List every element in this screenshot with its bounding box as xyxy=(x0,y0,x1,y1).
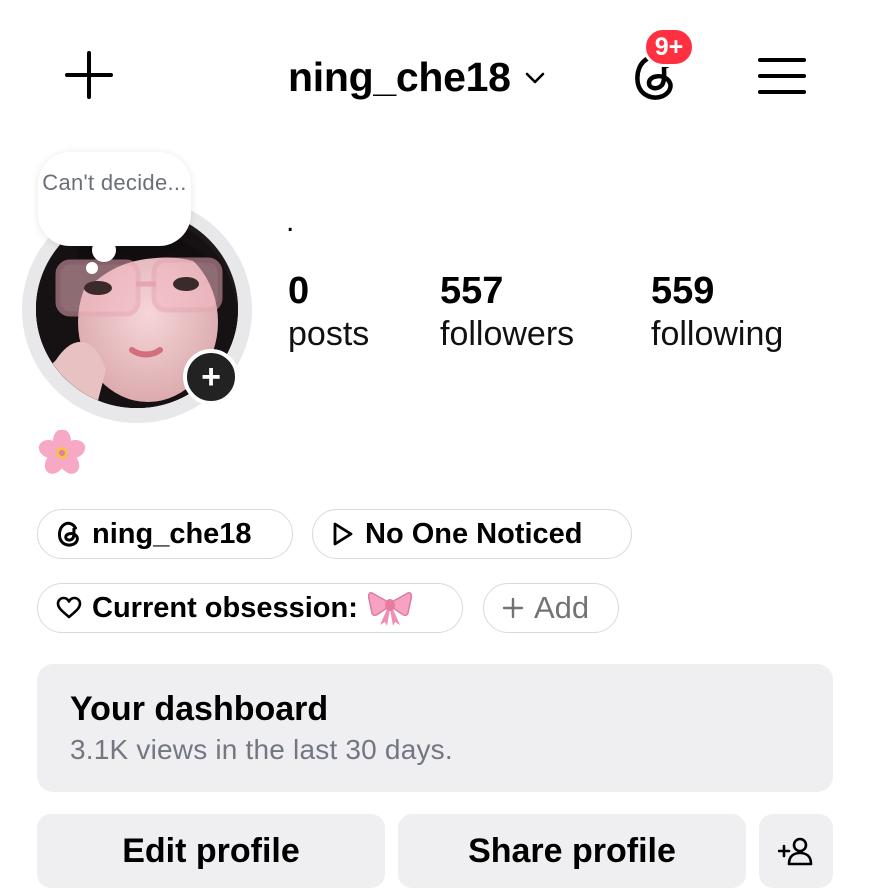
create-button[interactable] xyxy=(64,50,114,100)
stat-followers[interactable]: 557 followers xyxy=(440,268,574,354)
music-track-title: No One Noticed xyxy=(365,517,583,550)
threads-link-pill[interactable]: ning_che18 xyxy=(37,509,293,559)
hamburger-menu-icon xyxy=(758,58,806,94)
plus-icon: + xyxy=(201,357,221,396)
stat-label: followers xyxy=(440,315,575,353)
share-profile-label: Share profile xyxy=(468,831,676,870)
account-switcher[interactable]: ning_che18 xyxy=(288,54,545,101)
chevron-down-icon xyxy=(525,72,544,83)
add-person-icon xyxy=(778,837,813,866)
stat-value: 0 xyxy=(288,270,310,312)
obsession-pill[interactable]: Current obsession: xyxy=(37,583,463,633)
stat-posts[interactable]: 0 posts xyxy=(288,268,369,354)
play-icon xyxy=(333,522,353,546)
discover-people-button[interactable] xyxy=(759,814,833,888)
username: ning_che18 xyxy=(288,54,511,100)
stat-following[interactable]: 559 following xyxy=(651,268,783,354)
note-bubble[interactable]: Can't decide... xyxy=(38,152,191,246)
obsession-label: Current obsession: xyxy=(92,591,358,624)
threads-handle: ning_che18 xyxy=(92,517,252,550)
profile-name: . xyxy=(286,205,295,238)
add-link-pill[interactable]: Add xyxy=(483,583,619,633)
plus-icon xyxy=(502,597,524,619)
stat-value: 559 xyxy=(651,270,715,312)
stat-value: 557 xyxy=(440,270,504,312)
threads-icon xyxy=(58,521,79,547)
dashboard-subtitle: 3.1K views in the last 30 days. xyxy=(70,734,453,765)
menu-button[interactable] xyxy=(756,56,808,96)
heart-icon xyxy=(56,596,82,619)
edit-profile-label: Edit profile xyxy=(122,831,300,870)
music-pill[interactable]: No One Noticed xyxy=(312,509,632,559)
stat-label: posts xyxy=(288,315,370,353)
ribbon-emoji xyxy=(367,592,412,626)
stat-label: following xyxy=(651,315,784,353)
share-profile-button[interactable]: Share profile xyxy=(398,814,746,888)
add-story-button[interactable]: + xyxy=(183,349,239,405)
cherry-blossom-emoji xyxy=(38,430,86,474)
note-bubble-tail xyxy=(86,238,116,274)
edit-profile-button[interactable]: Edit profile xyxy=(37,814,385,888)
notification-badge: 9+ xyxy=(643,27,695,67)
dashboard-title: Your dashboard xyxy=(70,690,329,728)
add-label: Add xyxy=(534,590,590,625)
plus-icon xyxy=(65,51,113,99)
